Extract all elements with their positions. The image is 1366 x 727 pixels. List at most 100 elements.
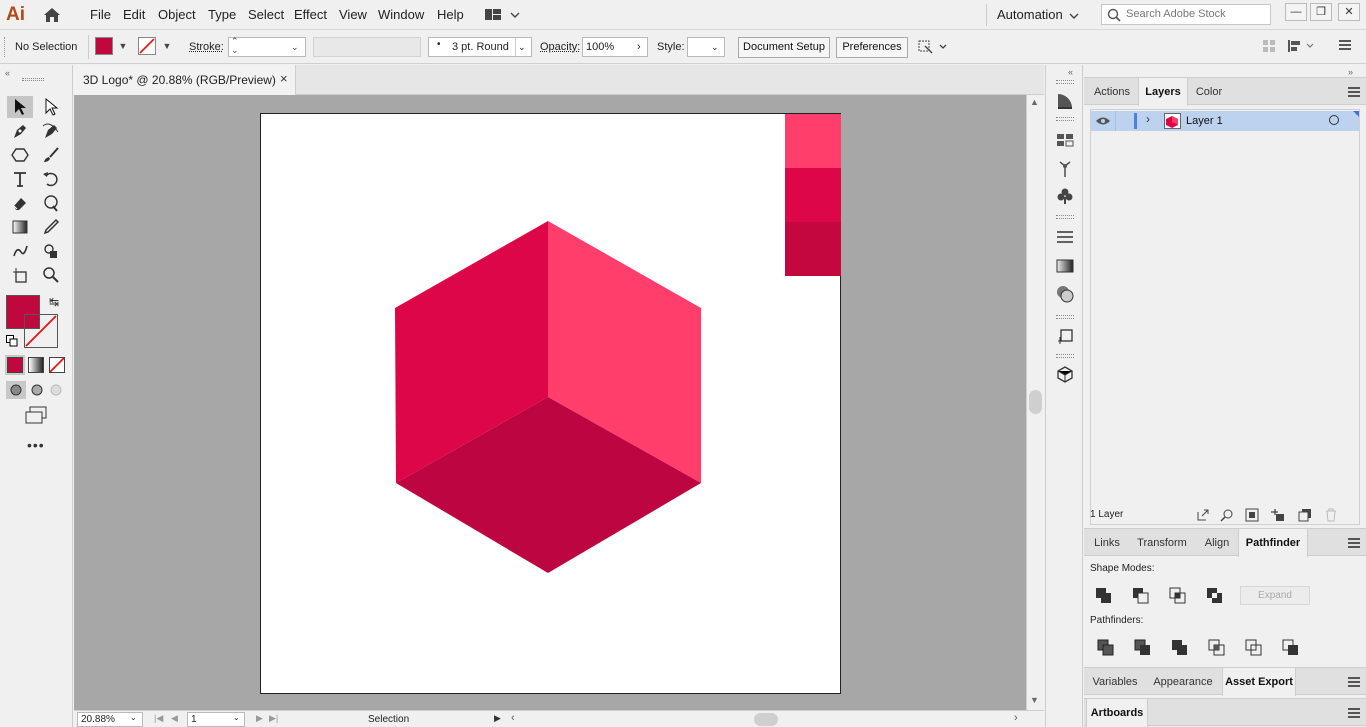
type-tool[interactable] — [7, 168, 33, 190]
unite-icon[interactable] — [1095, 587, 1113, 608]
scroll-thumb[interactable] — [1029, 390, 1042, 414]
pen-tool[interactable] — [7, 120, 33, 142]
paintbrush-tool[interactable] — [38, 144, 64, 166]
stroke-panel-icon[interactable] — [1054, 226, 1076, 248]
first-artboard-icon[interactable]: |◀ — [154, 713, 163, 724]
horizontal-scroll-thumb[interactable] — [754, 713, 778, 726]
zoom-tool[interactable] — [38, 264, 64, 286]
menu-edit[interactable]: Edit — [123, 6, 145, 24]
collapse-icon[interactable]: « — [5, 68, 10, 78]
stepper-down-icon[interactable]: ⌄ — [231, 45, 239, 56]
new-sublayer-icon[interactable] — [1270, 508, 1286, 522]
scroll-down-icon[interactable]: ▼ — [1030, 695, 1039, 705]
gradient-mode-icon[interactable] — [28, 357, 44, 373]
draw-behind-icon[interactable] — [27, 381, 47, 399]
tab-variables[interactable]: Variables — [1086, 668, 1144, 696]
polygon-tool[interactable] — [7, 144, 33, 166]
tab-align[interactable]: Align — [1196, 529, 1238, 557]
menu-file[interactable]: File — [90, 6, 111, 24]
gradient-tool[interactable] — [7, 216, 33, 238]
home-icon[interactable] — [42, 5, 62, 25]
rotate-tool[interactable] — [38, 168, 64, 190]
workspace-switcher[interactable]: Automation — [997, 6, 1063, 24]
chevron-down-icon[interactable]: ⌄ — [711, 38, 719, 56]
close-tab-icon[interactable]: × — [280, 71, 288, 86]
trim-icon[interactable] — [1134, 639, 1152, 660]
document-setup-button[interactable]: Document Setup — [738, 37, 830, 58]
swap-colors-icon[interactable]: ↹ — [49, 295, 63, 309]
transform-icon[interactable] — [1287, 39, 1317, 53]
artboard-number-field[interactable]: 1 ⌄ — [187, 712, 245, 727]
artboard-tool[interactable] — [7, 264, 33, 286]
chevron-down-icon[interactable]: ⌄ — [518, 38, 526, 56]
3d-panel-icon[interactable] — [1054, 363, 1076, 385]
curvature-tool[interactable] — [38, 120, 64, 142]
chevron-right-icon[interactable]: › — [637, 38, 641, 56]
symbol-sprayer-tool[interactable] — [7, 240, 33, 262]
close-window-button[interactable]: ✕ — [1338, 3, 1360, 21]
chevron-down-icon[interactable]: ⌄ — [233, 713, 240, 722]
tab-asset-export[interactable]: Asset Export — [1222, 668, 1296, 696]
merge-icon[interactable] — [1171, 639, 1189, 660]
prev-artboard-icon[interactable]: ◀ — [171, 713, 178, 724]
opacity-label[interactable]: Opacity: — [540, 41, 580, 53]
search-stock-field[interactable]: Search Adobe Stock — [1101, 4, 1271, 25]
last-artboard-icon[interactable]: ▶| — [269, 713, 278, 724]
target-icon[interactable] — [1329, 115, 1339, 125]
warp-tool[interactable] — [38, 192, 64, 214]
menu-view[interactable]: View — [339, 6, 367, 24]
preferences-button[interactable]: Preferences — [836, 37, 908, 58]
chevron-down-icon[interactable] — [1068, 10, 1080, 20]
minus-back-icon[interactable] — [1282, 639, 1300, 660]
stroke-swatch[interactable] — [138, 37, 156, 55]
tab-transform[interactable]: Transform — [1128, 529, 1196, 557]
tab-actions[interactable]: Actions — [1086, 78, 1138, 106]
scroll-left-icon[interactable]: ‹ — [511, 712, 515, 724]
locate-object-icon[interactable] — [1220, 508, 1234, 522]
exclude-icon[interactable] — [1206, 587, 1224, 608]
document-tab[interactable]: 3D Logo* @ 20.88% (RGB/Preview) × — [74, 65, 296, 95]
expand-panels-icon[interactable]: » — [1348, 67, 1353, 77]
graphic-style-picker[interactable]: ⌄ — [687, 37, 725, 57]
scroll-right-icon[interactable]: › — [1014, 712, 1018, 724]
menu-select[interactable]: Select — [248, 6, 284, 24]
default-colors-icon[interactable] — [6, 335, 18, 347]
status-menu-icon[interactable]: ▶ — [494, 713, 501, 724]
menu-help[interactable]: Help — [437, 6, 464, 24]
divide-icon[interactable] — [1097, 639, 1115, 660]
export-icon[interactable] — [1196, 508, 1210, 522]
stroke-label[interactable]: Stroke: — [189, 41, 224, 53]
zoom-field[interactable]: 20.88% ⌄ — [77, 712, 143, 727]
layer-row[interactable]: › Layer 1 — [1091, 111, 1359, 131]
arrange-documents-icon[interactable] — [484, 7, 520, 23]
tab-layers[interactable]: Layers — [1138, 78, 1188, 106]
crop-icon[interactable] — [1208, 639, 1226, 660]
panel-menu-icon[interactable] — [1348, 87, 1360, 97]
gradient-swatch-icon[interactable] — [1054, 255, 1076, 277]
intersect-icon[interactable] — [1169, 587, 1187, 608]
minimize-button[interactable]: — — [1285, 3, 1307, 21]
menu-window[interactable]: Window — [378, 6, 424, 24]
chevron-down-icon[interactable]: ⌄ — [291, 38, 299, 56]
opacity-field[interactable]: 100% › — [582, 37, 648, 57]
selection-tool[interactable] — [7, 96, 33, 118]
color-mode-icon[interactable] — [5, 355, 25, 375]
tab-color[interactable]: Color — [1188, 78, 1230, 106]
brushes-panel-icon[interactable] — [1054, 158, 1076, 180]
screen-mode-icon[interactable] — [24, 405, 48, 425]
arrange-icon[interactable] — [916, 37, 950, 57]
panel-menu-icon[interactable] — [1339, 39, 1357, 53]
stroke-dropdown[interactable]: ▼ — [160, 36, 174, 56]
menu-type[interactable]: Type — [208, 6, 236, 24]
next-artboard-icon[interactable]: ▶ — [256, 713, 263, 724]
direct-selection-tool[interactable] — [38, 96, 64, 118]
scroll-up-icon[interactable]: ▲ — [1030, 97, 1039, 107]
artboards-panel-icon[interactable] — [1054, 325, 1076, 347]
gradient-panel-icon[interactable] — [1054, 90, 1076, 112]
brush-definition[interactable]: • 3 pt. Round ⌄ — [428, 37, 532, 57]
restore-button[interactable]: ❐ — [1310, 3, 1332, 21]
expand-layer-icon[interactable]: › — [1146, 112, 1150, 126]
stroke-weight-field[interactable]: ⌃ ⌄ ⌄ — [228, 36, 306, 57]
fill-swatch[interactable] — [95, 37, 113, 55]
draw-inside-icon[interactable] — [46, 381, 66, 399]
